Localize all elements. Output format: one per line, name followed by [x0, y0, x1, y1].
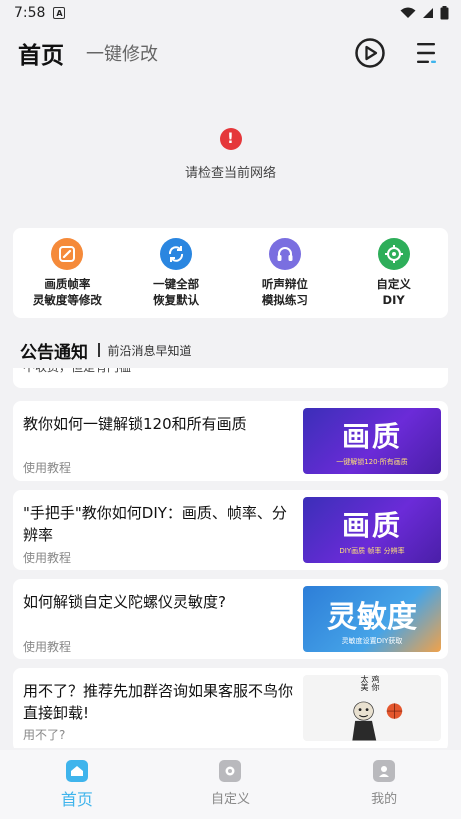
quick-action-label: 听声辩位 模拟练习	[261, 277, 308, 307]
play-circle-icon	[355, 38, 385, 68]
tab-customize[interactable]: 自定义	[180, 760, 280, 807]
network-error-text: 请检查当前网络	[184, 165, 276, 181]
notice-header: 公告通知 前沿消息早知道	[20, 334, 192, 366]
thumbnail-heading: 灵敏度	[327, 600, 417, 635]
home-icon	[65, 760, 88, 782]
quick-action-label: 一键全部 恢复默认	[153, 277, 200, 307]
page-title: 首页	[18, 43, 64, 69]
list-item[interactable]: 如何解锁自定义陀螺仪灵敏度? 使用教程 灵敏度 灵敏度设置DIY获取	[13, 579, 448, 659]
list-item-title: 教你如何一键解锁120和所有画质	[23, 415, 247, 433]
battery-icon	[440, 6, 449, 20]
notice-title: 公告通知	[20, 342, 88, 363]
quick-action-label: 画质帧率 灵敏度等修改	[32, 277, 102, 307]
status-time: 7:58	[14, 5, 46, 21]
thumbnail-caption: 灵敏度设置DIY获取	[341, 637, 403, 645]
thumbnail-heading: 画质	[341, 509, 402, 542]
thumbnail-caption: 鸡你太美	[360, 675, 380, 691]
quick-actions-panel: 画质帧率 灵敏度等修改 一键全部 恢复默认 听声辩位 模拟练习 自定义 DIY	[13, 228, 448, 318]
headset-icon	[268, 238, 301, 270]
list-item[interactable]: 教你如何一键解锁120和所有画质 使用教程 画质 一键解锁120·所有画质	[13, 401, 448, 481]
list-item-thumbnail: 画质 一键解锁120·所有画质	[303, 408, 441, 474]
list-item-thumbnail: 画质 DIY画质 帧率 分辨率	[303, 497, 441, 563]
list-item-thumbnail: 灵敏度 灵敏度设置DIY获取	[303, 586, 441, 652]
list-item-tag: 使用教程	[23, 551, 72, 565]
quick-action-label: 自定义 DIY	[376, 277, 411, 307]
play-button[interactable]	[353, 36, 387, 70]
list-item-tag: 用不了?	[23, 728, 66, 742]
thumbnail-caption: DIY画质 帧率 分辨率	[339, 547, 405, 555]
profile-icon	[373, 760, 396, 782]
bottom-tab-bar: 首页 自定义 我的	[0, 750, 461, 819]
list-item-thumbnail: 鸡你太美	[303, 675, 441, 741]
customize-icon	[219, 760, 242, 782]
tab-profile[interactable]: 我的	[334, 760, 434, 807]
list-item-title: 不收费，但是有门槛	[23, 368, 293, 378]
notice-subtitle: 前沿消息早知道	[107, 343, 192, 358]
menu-button[interactable]	[409, 36, 443, 70]
list-item-title: 用不了？推荐先加群咨询如果客服不鸟你直接卸载!	[23, 682, 294, 722]
notice-feed[interactable]: 不收费，但是有门槛 教你如何一键解锁120和所有画质 使用教程 画质 一键解锁1…	[13, 368, 448, 748]
target-icon	[377, 238, 410, 270]
tab-label: 自定义	[210, 792, 250, 807]
tab-home[interactable]: 首页	[27, 760, 127, 810]
signal-icon	[423, 8, 433, 18]
list-item-tag: 使用教程	[23, 640, 72, 654]
app-notification-icon: A	[53, 7, 66, 19]
page-subtitle: 一键修改	[86, 44, 158, 65]
wifi-icon	[400, 7, 416, 18]
status-bar: 7:58 A	[0, 0, 461, 26]
quick-action-quality[interactable]: 画质帧率 灵敏度等修改	[17, 238, 117, 308]
tab-label: 我的	[371, 792, 398, 807]
edit-icon	[51, 238, 84, 270]
list-item[interactable]: 用不了？推荐先加群咨询如果客服不鸟你直接卸载! 用不了? 鸡你太美	[13, 668, 448, 748]
quick-action-diy[interactable]: 自定义 DIY	[344, 238, 444, 308]
notice-divider	[98, 343, 100, 357]
status-icons	[400, 6, 449, 20]
refresh-icon	[160, 238, 193, 270]
menu-icon	[417, 43, 436, 63]
list-item-tag: 使用教程	[23, 461, 72, 475]
network-error-banner: ! 请检查当前网络	[0, 84, 461, 224]
error-icon: !	[219, 127, 242, 150]
top-header: 首页 一键修改	[0, 26, 461, 80]
quick-action-reset[interactable]: 一键全部 恢复默认	[126, 238, 226, 308]
list-item-title: "手把手"教你如何DIY：画质、帧率、分辨率	[23, 504, 287, 544]
list-item[interactable]: 不收费，但是有门槛	[13, 368, 448, 388]
list-item-title: 如何解锁自定义陀螺仪灵敏度?	[23, 593, 226, 611]
list-item[interactable]: "手把手"教你如何DIY：画质、帧率、分辨率 使用教程 画质 DIY画质 帧率 …	[13, 490, 448, 570]
thumbnail-heading: 画质	[341, 420, 402, 453]
meme-figure-image	[352, 702, 403, 741]
quick-action-listening[interactable]: 听声辩位 模拟练习	[235, 238, 335, 308]
tab-label: 首页	[60, 790, 93, 809]
thumbnail-caption: 一键解锁120·所有画质	[336, 458, 408, 466]
